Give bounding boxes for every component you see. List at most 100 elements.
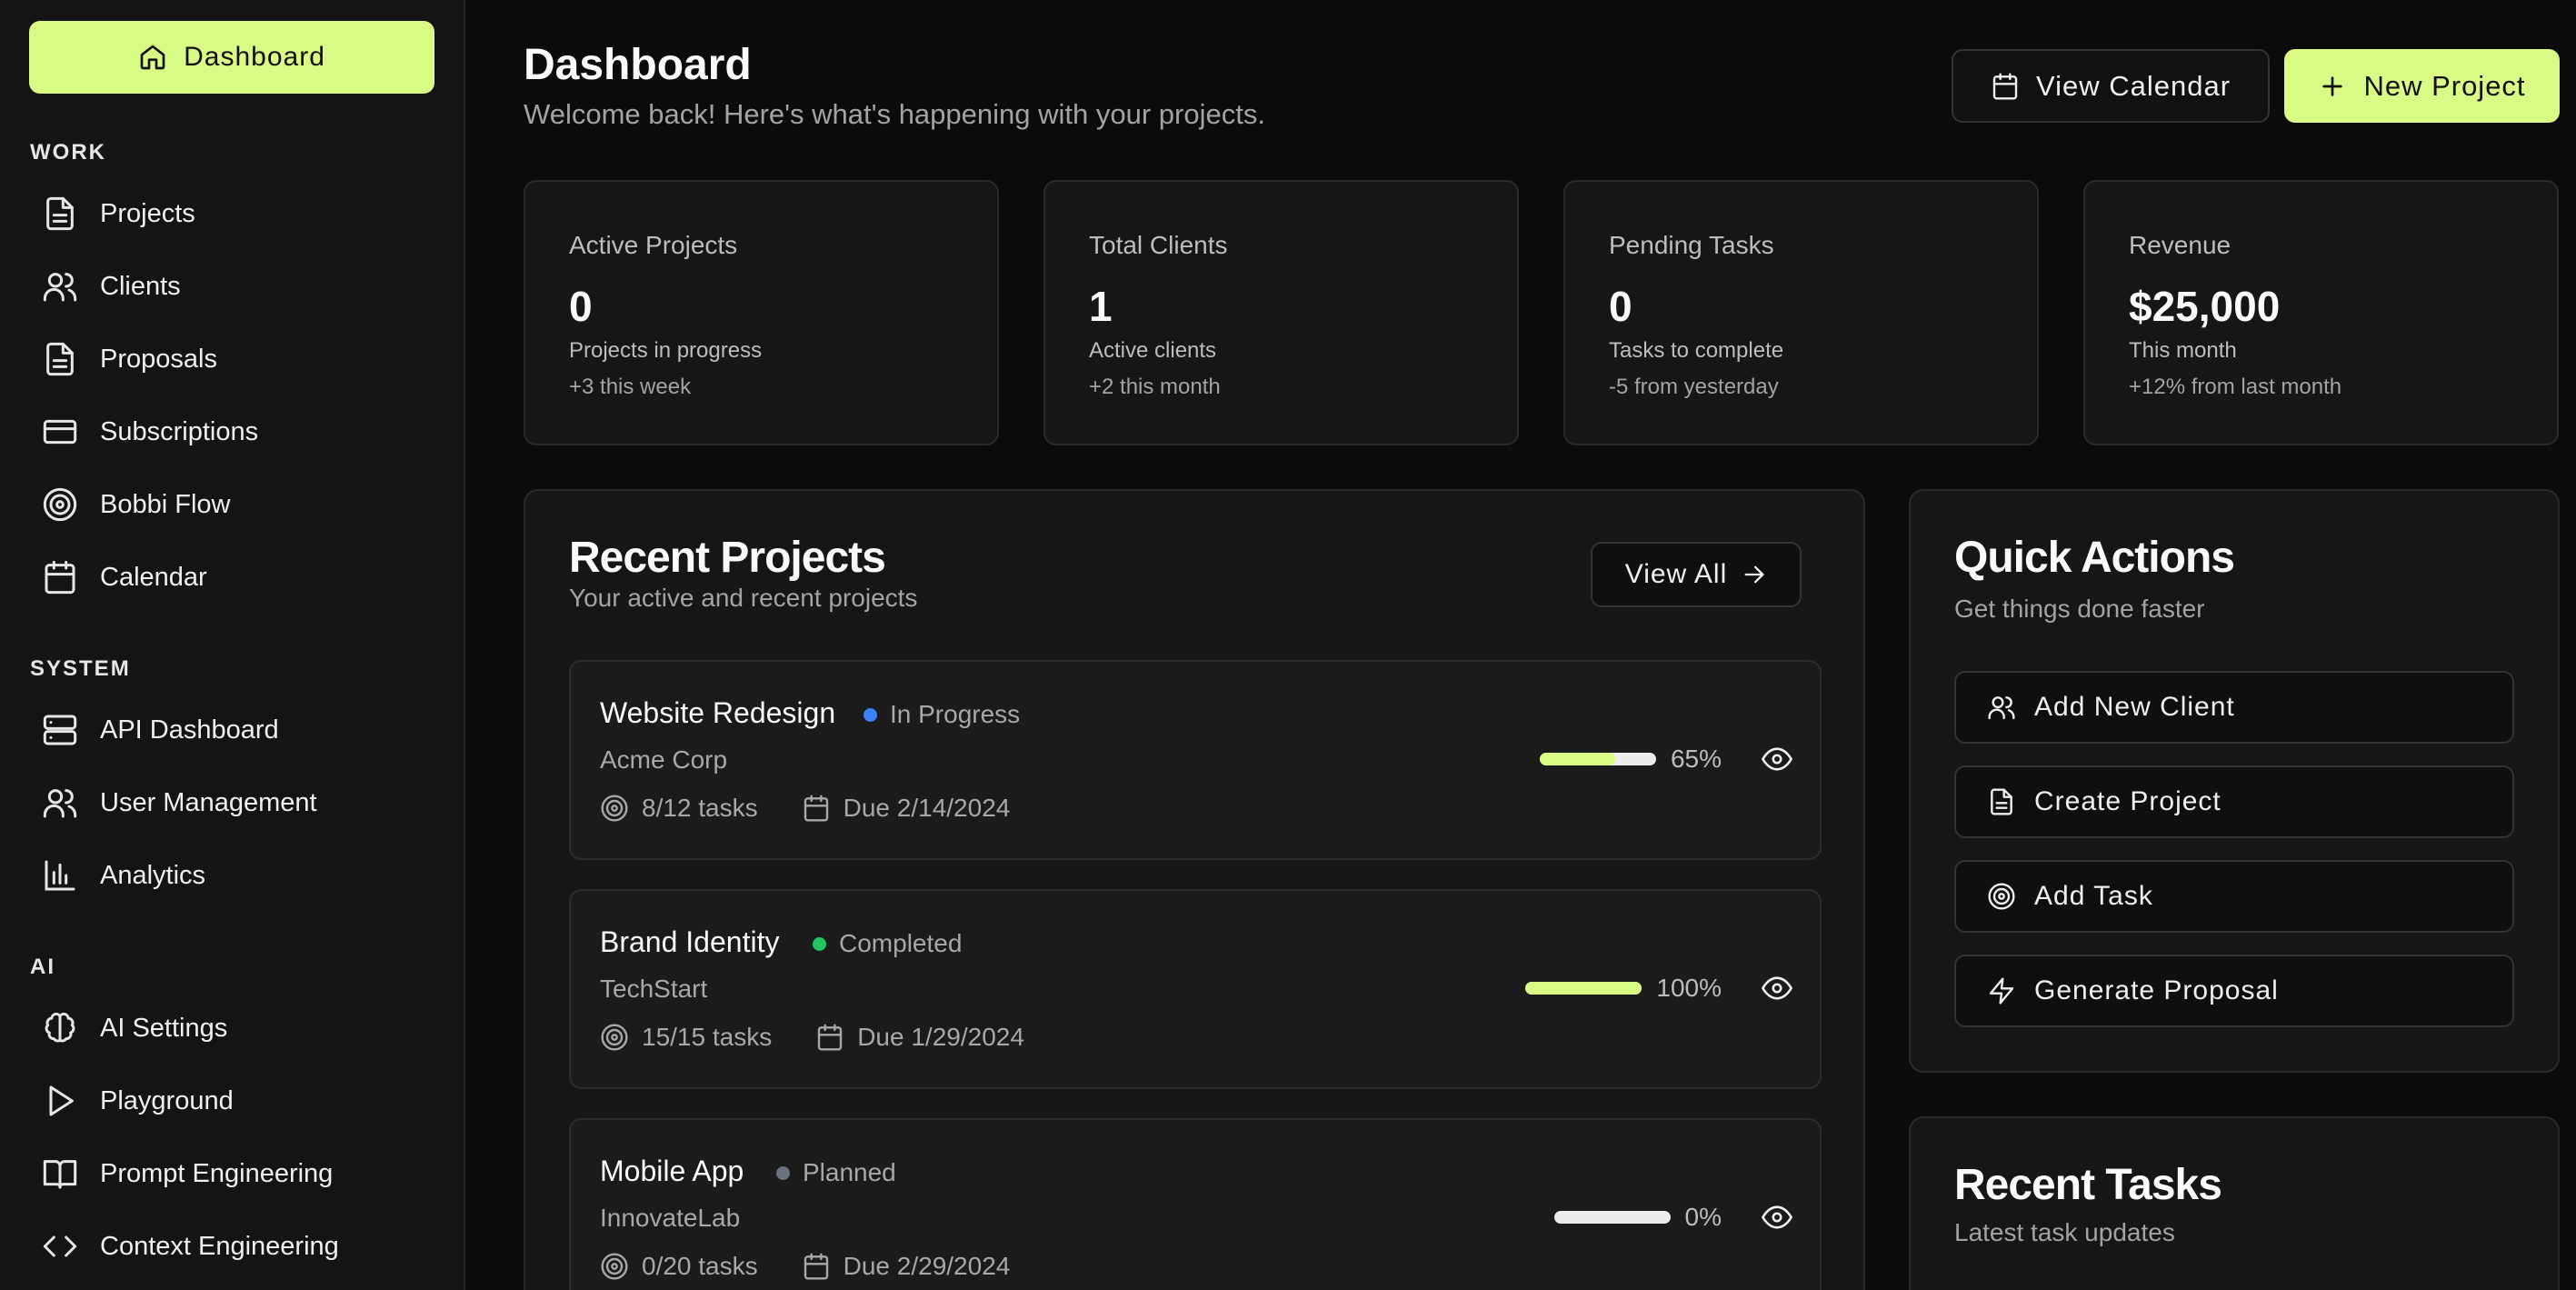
stat-change: +12% from last month <box>2129 375 2342 399</box>
users-icon <box>43 789 77 818</box>
stat-value: 0 <box>569 283 593 330</box>
users-icon <box>43 273 77 302</box>
file-text-icon <box>1991 788 2012 815</box>
new-project-button[interactable]: New Project <box>2284 49 2560 123</box>
stat-description: This month <box>2129 338 2237 363</box>
project-name: Website Redesign <box>600 696 836 729</box>
stat-value: $25,000 <box>2129 283 2281 330</box>
target-icon <box>601 1253 628 1280</box>
book-open-icon <box>43 1160 77 1189</box>
sidebar-item-label: Calendar <box>100 562 207 592</box>
stat-change: +2 this month <box>1089 375 1221 399</box>
sidebar-item-bobbi-flow[interactable]: Bobbi Flow <box>42 482 230 527</box>
sidebar-item-label: Context Engineering <box>100 1231 339 1261</box>
create-project-button[interactable]: Create Project <box>1954 765 2514 838</box>
sidebar-section-work: WORK <box>30 140 106 165</box>
recent-tasks-title: Recent Tasks <box>1954 1161 2222 1209</box>
target-icon <box>1988 883 2015 910</box>
sidebar-item-subscriptions[interactable]: Subscriptions <box>42 409 258 455</box>
project-tasks: 0/20 tasks <box>642 1252 758 1280</box>
sidebar-item-label: AI Settings <box>100 1013 228 1043</box>
target-icon <box>601 1024 628 1051</box>
recent-tasks-panel: Recent Tasks Latest task updates <box>1909 1116 2560 1290</box>
sidebar-item-label: Projects <box>100 198 195 228</box>
sidebar-item-clients[interactable]: Clients <box>42 264 181 309</box>
stat-label: Total Clients <box>1089 231 1228 259</box>
sidebar-item-label: Clients <box>100 271 181 301</box>
sidebar-section-system: SYSTEM <box>30 656 131 681</box>
plus-icon <box>2322 75 2343 96</box>
sidebar-item-label: Bobbi Flow <box>100 489 231 519</box>
status-dot <box>813 936 826 951</box>
progress-percent: 65% <box>1670 745 1722 773</box>
project-card-mobile-app[interactable]: Mobile App Planned InnovateLab 0/20 task… <box>569 1118 1822 1290</box>
stat-label: Pending Tasks <box>1609 231 1774 259</box>
generate-proposal-button[interactable]: Generate Proposal <box>1954 955 2514 1027</box>
sidebar-dashboard-label: Dashboard <box>184 42 325 72</box>
project-due-date: Due 2/29/2024 <box>843 1252 1011 1280</box>
project-due-date: Due 1/29/2024 <box>857 1023 1024 1051</box>
stat-change: -5 from yesterday <box>1609 375 1779 399</box>
project-tasks: 8/12 tasks <box>642 794 758 822</box>
sidebar-section-ai: AI <box>30 955 55 979</box>
brain-icon <box>45 1012 75 1043</box>
calendar-icon <box>1992 72 2018 100</box>
users-icon <box>1988 696 2015 720</box>
stat-value: 0 <box>1609 283 1632 330</box>
recent-projects-title: Recent Projects <box>569 534 886 582</box>
progress-bar <box>1539 753 1656 765</box>
status-dot <box>776 1165 790 1180</box>
eye-icon[interactable] <box>1762 1202 1792 1233</box>
sidebar-item-analytics[interactable]: Analytics <box>42 853 205 898</box>
sidebar-item-playground[interactable]: Playground <box>42 1078 234 1124</box>
eye-icon[interactable] <box>1762 744 1792 775</box>
sidebar-item-user-management[interactable]: User Management <box>42 780 317 825</box>
project-progress: 65% <box>1539 744 1792 775</box>
add-new-client-button[interactable]: Add New Client <box>1954 671 2514 744</box>
sidebar-item-api-dashboard[interactable]: API Dashboard <box>42 707 279 753</box>
recent-projects-subtitle: Your active and recent projects <box>569 584 918 612</box>
stat-change: +3 this week <box>569 375 692 399</box>
sidebar-item-label: Playground <box>100 1085 234 1115</box>
stat-card-active-projects: Active Projects 0 Projects in progress +… <box>524 180 999 445</box>
stat-card-total-clients: Total Clients 1 Active clients +2 this m… <box>1043 180 1519 445</box>
arrow-right-icon <box>1744 565 1764 584</box>
project-progress: 100% <box>1525 973 1792 1004</box>
calendar-icon <box>818 1024 843 1051</box>
eye-icon[interactable] <box>1762 973 1792 1004</box>
view-calendar-button[interactable]: View Calendar <box>1952 49 2270 123</box>
view-all-button[interactable]: View All <box>1591 542 1802 607</box>
play-icon <box>49 1085 74 1116</box>
sidebar: Dashboard WORK Projects Clients Proposal… <box>0 0 465 1290</box>
quick-actions-title: Quick Actions <box>1954 534 2235 582</box>
project-card-website-redesign[interactable]: Website Redesign In Progress Acme Corp 8… <box>569 660 1822 860</box>
quick-action-label: Add Task <box>2034 881 2153 911</box>
sidebar-item-calendar[interactable]: Calendar <box>42 555 207 600</box>
quick-action-label: Generate Proposal <box>2034 975 2279 1005</box>
stat-label: Revenue <box>2129 231 2232 259</box>
sidebar-item-ai-settings[interactable]: AI Settings <box>42 1005 227 1051</box>
server-icon <box>43 715 77 745</box>
status-badge: In Progress <box>864 700 1020 729</box>
stat-description: Projects in progress <box>569 338 763 363</box>
sidebar-item-label: Subscriptions <box>100 416 259 446</box>
status-badge: Completed <box>813 929 962 958</box>
project-progress: 0% <box>1553 1202 1792 1233</box>
project-client: InnovateLab <box>600 1204 741 1232</box>
sidebar-item-context-engineering[interactable]: Context Engineering <box>42 1224 339 1269</box>
page-title: Dashboard <box>524 41 752 89</box>
sidebar-item-proposals[interactable]: Proposals <box>42 336 217 382</box>
zap-icon <box>1989 977 2014 1005</box>
sidebar-dashboard-button[interactable]: Dashboard <box>29 21 434 94</box>
file-text-icon <box>46 196 74 231</box>
credit-card-icon <box>43 419 77 445</box>
stat-description: Active clients <box>1089 338 1217 363</box>
sidebar-item-projects[interactable]: Projects <box>42 191 195 236</box>
sidebar-item-label: Proposals <box>100 344 217 374</box>
sidebar-item-prompt-engineering[interactable]: Prompt Engineering <box>42 1151 333 1196</box>
project-name: Brand Identity <box>600 925 780 958</box>
project-card-brand-identity[interactable]: Brand Identity Completed TechStart 15/15… <box>569 889 1822 1089</box>
sidebar-item-label: Prompt Engineering <box>100 1158 334 1188</box>
add-task-button[interactable]: Add Task <box>1954 860 2514 933</box>
quick-actions-panel: Quick Actions Get things done faster Add… <box>1909 489 2560 1073</box>
